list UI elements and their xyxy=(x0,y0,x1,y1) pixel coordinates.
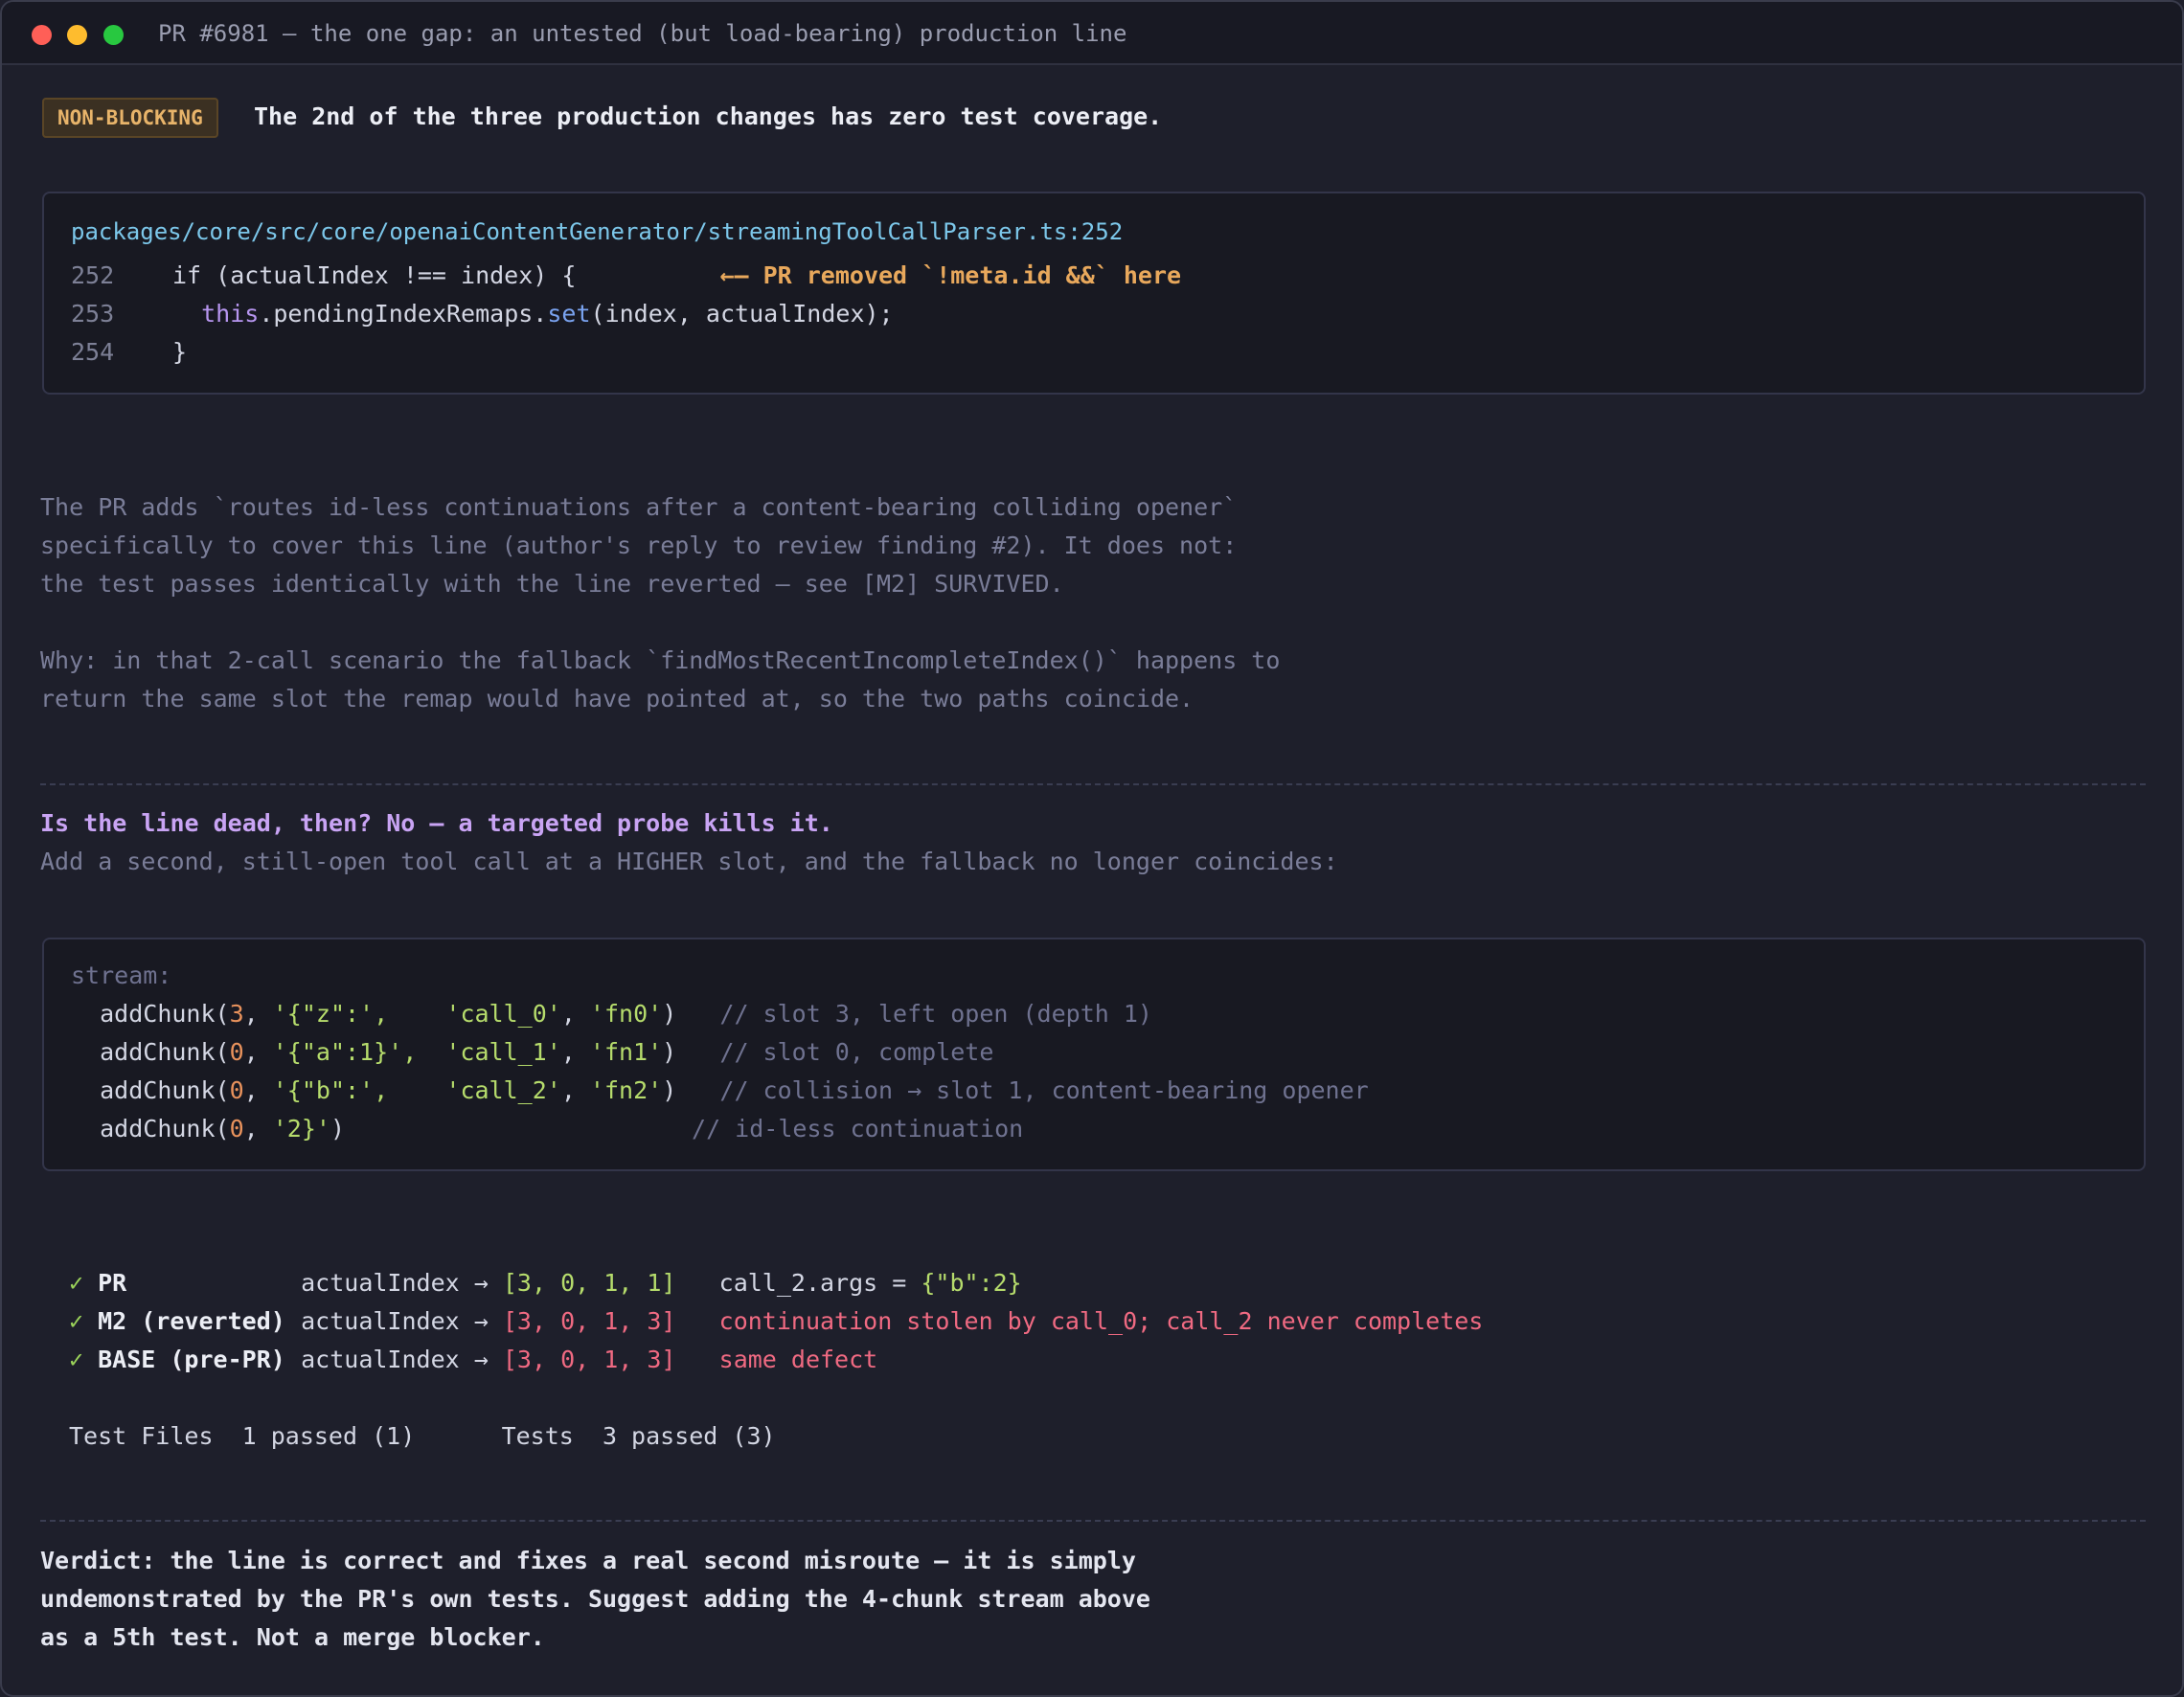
result-label: M2 (reverted) xyxy=(98,1307,285,1335)
maximize-window-button[interactable] xyxy=(103,25,124,45)
chunk-id: 'call_1' xyxy=(445,1038,561,1066)
chunk-comment: // collision → slot 1, content-bearing o… xyxy=(719,1076,1369,1104)
chunk-index: 0 xyxy=(229,1115,244,1143)
result-note: continuation stolen by call_0; call_2 ne… xyxy=(718,1307,1484,1335)
result-indices: [3, 0, 1, 1] xyxy=(502,1269,676,1297)
stream-chunk: addChunk(3, '{"z":', 'call_0', 'fn0') //… xyxy=(100,1000,1152,1028)
code-text: .pendingIndexRemaps. xyxy=(259,300,548,328)
code-text: } xyxy=(172,338,188,366)
line-number: 254 xyxy=(71,338,115,366)
finding-headline: The 2nd of the three production changes … xyxy=(254,102,1163,130)
result-note-value: {"b":2} xyxy=(921,1269,1022,1297)
result-row-base: ✓ BASE (pre-PR) actualIndex → [3, 0, 1, 3… xyxy=(69,1341,877,1379)
chunk-comment: // slot 3, left open (depth 1) xyxy=(719,1000,1152,1028)
chunk-call: addChunk( xyxy=(100,1038,230,1066)
close-window-button[interactable] xyxy=(32,25,52,45)
result-note: call_2.args = xyxy=(718,1269,921,1297)
chunk-name: 'fn0' xyxy=(589,1000,663,1028)
stream-label: stream: xyxy=(71,962,172,989)
probe-subtext: Add a second, still-open tool call at a … xyxy=(40,848,1338,875)
stream-chunk: addChunk(0, '{"b":', 'call_2', 'fn2') //… xyxy=(100,1076,1369,1104)
minimize-window-button[interactable] xyxy=(67,25,87,45)
code-line: 254} xyxy=(71,333,187,372)
test-files-label: Test Files xyxy=(69,1422,214,1450)
chunk-index: 0 xyxy=(229,1076,244,1104)
chunk-args: '{"a":1}', xyxy=(272,1038,418,1066)
chunk-call: addChunk( xyxy=(100,1000,230,1028)
result-label: BASE (pre-PR) xyxy=(98,1346,285,1373)
result-metric: actualIndex → xyxy=(301,1269,489,1297)
check-icon: ✓ xyxy=(69,1307,84,1335)
section-divider xyxy=(40,1520,2146,1522)
code-line: 253 this.pendingIndexRemaps.set(index, a… xyxy=(71,295,894,333)
test-files-value: 1 passed (1) xyxy=(241,1422,416,1450)
title-bar: PR #6981 — the one gap: an untested (but… xyxy=(2,2,2182,65)
chunk-comment: // slot 0, complete xyxy=(719,1038,994,1066)
chunk-id: 'call_2' xyxy=(445,1076,561,1104)
code-text: if (actualIndex !== index) { xyxy=(172,261,577,289)
chunk-args: '{"b":', xyxy=(272,1076,389,1104)
result-metric: actualIndex → xyxy=(301,1346,489,1373)
chunk-name: 'fn2' xyxy=(589,1076,663,1104)
stream-chunk: addChunk(0, '{"a":1}', 'call_1', 'fn1') … xyxy=(100,1038,994,1066)
chunk-call: addChunk( xyxy=(100,1115,230,1143)
stream-code-block: stream: addChunk(3, '{"z":', 'call_0', '… xyxy=(42,938,2146,1171)
check-icon: ✓ xyxy=(69,1269,84,1297)
non-blocking-badge: NON-BLOCKING xyxy=(42,98,218,138)
explanation-line: return the same slot the remap would hav… xyxy=(40,685,1194,713)
result-label: PR xyxy=(98,1269,127,1297)
line-number: 252 xyxy=(71,261,115,289)
section-divider xyxy=(40,783,2146,785)
chunk-index: 0 xyxy=(229,1038,244,1066)
result-indices: [3, 0, 1, 3] xyxy=(502,1346,676,1373)
chunk-args: '{"z":', xyxy=(272,1000,389,1028)
check-icon: ✓ xyxy=(69,1346,84,1373)
explanation-line: The PR adds `routes id-less continuation… xyxy=(40,493,1238,521)
chunk-comment: // id-less continuation xyxy=(692,1115,1024,1143)
tests-label: Tests xyxy=(501,1422,574,1450)
window-title: PR #6981 — the one gap: an untested (but… xyxy=(158,20,1127,47)
explanation-line: Why: in that 2-call scenario the fallbac… xyxy=(40,646,1281,674)
code-text: (index, actualIndex); xyxy=(590,300,894,328)
chunk-index: 3 xyxy=(229,1000,244,1028)
code-excerpt-block: packages/core/src/core/openaiContentGene… xyxy=(42,192,2146,395)
stream-chunk: addChunk(0, '2}')// id-less continuation xyxy=(100,1115,1024,1143)
line-number: 253 xyxy=(71,300,115,328)
file-path: packages/core/src/core/openaiContentGene… xyxy=(71,218,1124,245)
code-line: 252 if (actualIndex !== index) { ←— PR rem… xyxy=(71,257,1181,295)
result-indices: [3, 0, 1, 3] xyxy=(502,1307,676,1335)
chunk-call: addChunk( xyxy=(100,1076,230,1104)
verdict-line: undemonstrated by the PR's own tests. Su… xyxy=(40,1585,1150,1613)
chunk-id: 'call_0' xyxy=(445,1000,561,1028)
test-summary: Test Files 1 passed (1) Tests 3 passed (… xyxy=(69,1417,776,1456)
removed-condition-annotation: ←— PR removed `!meta.id &&` here xyxy=(719,261,1182,289)
tests-value: 3 passed (3) xyxy=(602,1422,776,1450)
result-metric: actualIndex → xyxy=(301,1307,489,1335)
explanation-line: specifically to cover this line (author'… xyxy=(40,532,1238,559)
probe-heading: Is the line dead, then? No — a targeted … xyxy=(40,809,833,837)
verdict-line: Verdict: the line is correct and fixes a… xyxy=(40,1547,1136,1574)
method-call: set xyxy=(547,300,591,328)
result-row-m2: ✓ M2 (reverted) actualIndex → [3, 0, 1, 3… xyxy=(69,1302,1483,1341)
this-keyword: this xyxy=(201,300,260,328)
result-note: same defect xyxy=(718,1346,878,1373)
explanation-line: the test passes identically with the lin… xyxy=(40,570,1064,598)
chunk-args: '2}' xyxy=(272,1115,330,1143)
verdict-line: as a 5th test. Not a merge blocker. xyxy=(40,1623,545,1651)
chunk-name: 'fn1' xyxy=(589,1038,663,1066)
terminal-window: PR #6981 — the one gap: an untested (but… xyxy=(0,0,2184,1697)
result-row-pr: ✓ PR actualIndex → [3, 0, 1, 1] call_2.ar… xyxy=(69,1264,1022,1302)
